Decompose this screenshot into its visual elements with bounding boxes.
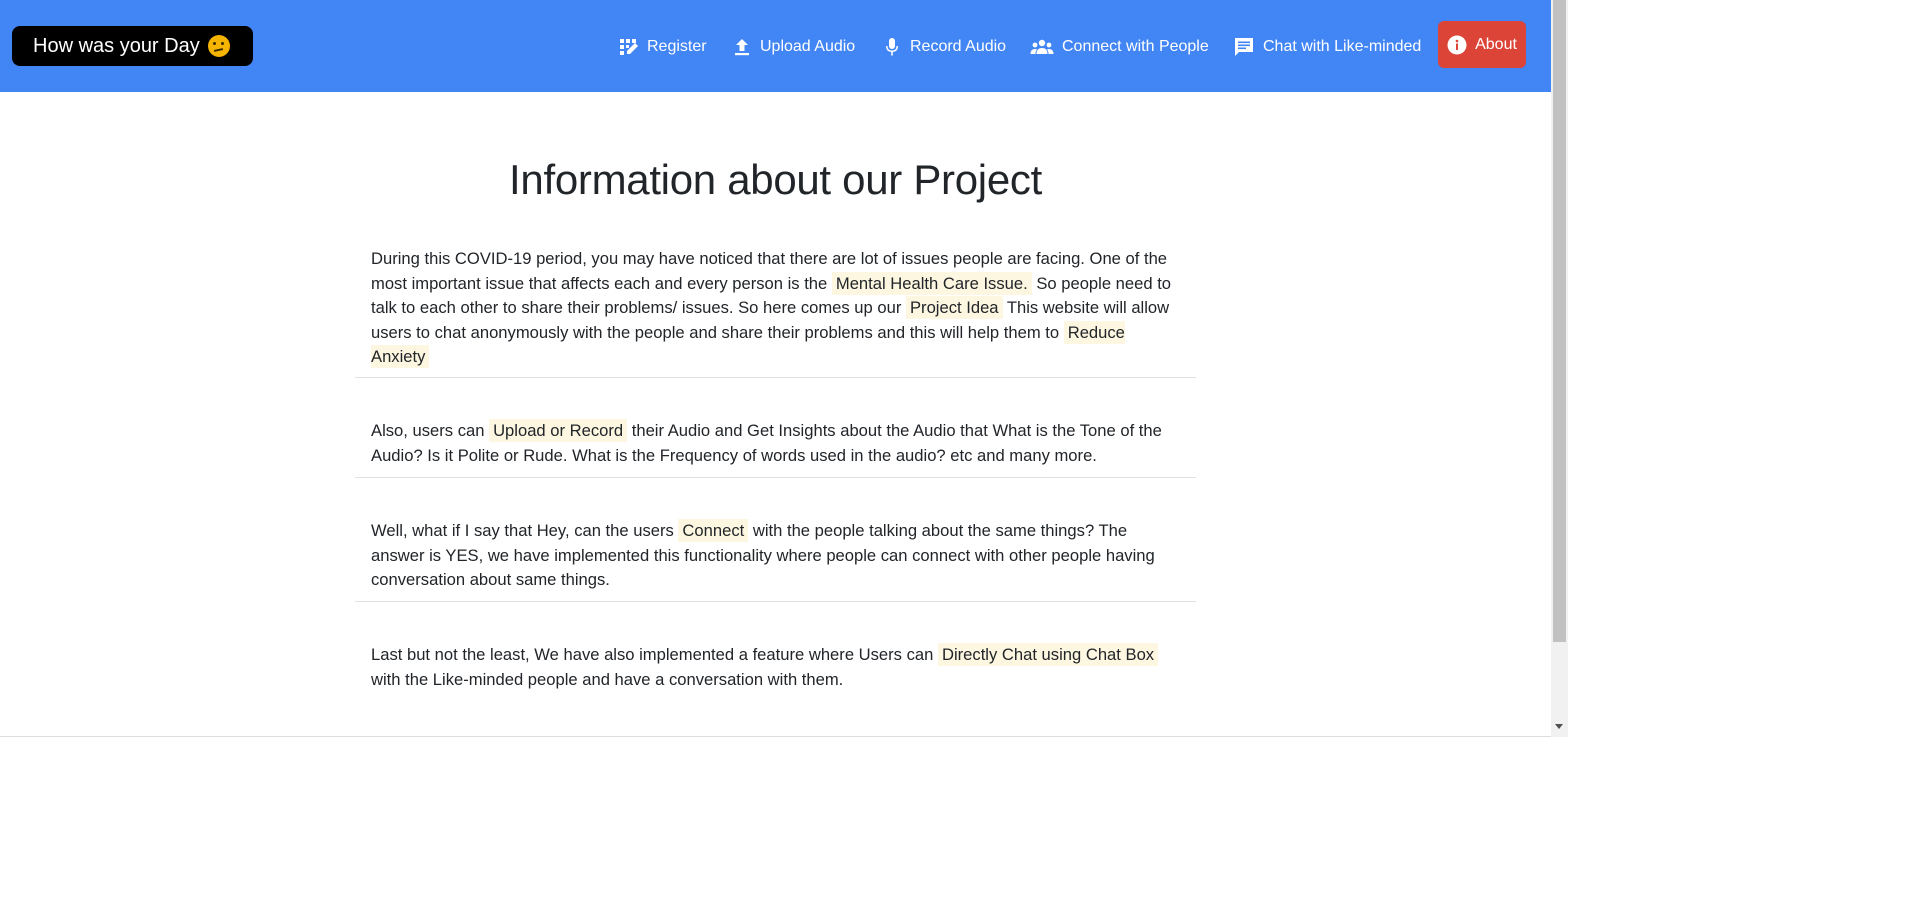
brand-logo[interactable]: How was your Day <box>12 26 253 66</box>
highlight: Upload or Record <box>489 418 628 442</box>
nav-about-button[interactable]: About <box>1438 21 1526 68</box>
nav-register[interactable]: Register <box>619 34 707 60</box>
highlight: Mental Health Care Issue. <box>831 271 1032 295</box>
paragraph-intro: During this COVID-19 period, you may hav… <box>355 247 1196 370</box>
scroll-down-arrow-icon[interactable] <box>1555 724 1563 729</box>
nav-chat[interactable]: Chat with Like-minded <box>1233 34 1421 60</box>
chat-icon <box>1235 38 1253 56</box>
nav-upload-audio[interactable]: Upload Audio <box>732 34 855 60</box>
paragraph-chat: Last but not the least, We have also imp… <box>355 642 1196 692</box>
highlight: Project Idea <box>905 296 1003 320</box>
people-icon <box>1030 39 1054 54</box>
text: with the Like-minded people and have a c… <box>371 669 844 689</box>
register-icon <box>620 39 638 55</box>
nav-about-label: About <box>1475 35 1517 53</box>
nav-connect-people[interactable]: Connect with People <box>1030 34 1209 60</box>
highlight: Directly Chat using Chat Box <box>937 642 1159 666</box>
vertical-scrollbar[interactable] <box>1551 0 1568 737</box>
navbar: How was your Day Register Upload Audio R… <box>0 0 1551 92</box>
upload-icon <box>735 39 749 56</box>
divider <box>355 600 1196 602</box>
text: Well, what if I say that Hey, can the us… <box>371 521 679 541</box>
brand-label: How was your Day <box>33 34 200 57</box>
highlight: Connect <box>678 519 749 543</box>
page-bottom-edge <box>0 736 1551 737</box>
nav-connect-people-label: Connect with People <box>1062 38 1209 55</box>
microphone-icon <box>886 38 898 56</box>
text: Last but not the least, We have also imp… <box>371 644 938 664</box>
text: Also, users can <box>371 420 490 440</box>
page-title: Information about our Project <box>509 156 1042 203</box>
nav-record-audio[interactable]: Record Audio <box>882 34 1006 60</box>
divider <box>355 477 1196 479</box>
thinking-face-icon <box>207 35 230 57</box>
paragraph-audio: Also, users can Upload or Record their A… <box>355 418 1196 468</box>
nav-register-label: Register <box>647 38 707 55</box>
info-icon <box>1447 35 1467 54</box>
nav-upload-audio-label: Upload Audio <box>760 38 856 55</box>
scrollbar-thumb[interactable] <box>1553 0 1566 642</box>
nav-chat-label: Chat with Like-minded <box>1263 38 1422 55</box>
divider <box>355 376 1196 378</box>
nav-record-audio-label: Record Audio <box>910 38 1007 55</box>
paragraph-connect: Well, what if I say that Hey, can the us… <box>355 519 1196 593</box>
project-info: During this COVID-19 period, you may hav… <box>355 247 1196 692</box>
